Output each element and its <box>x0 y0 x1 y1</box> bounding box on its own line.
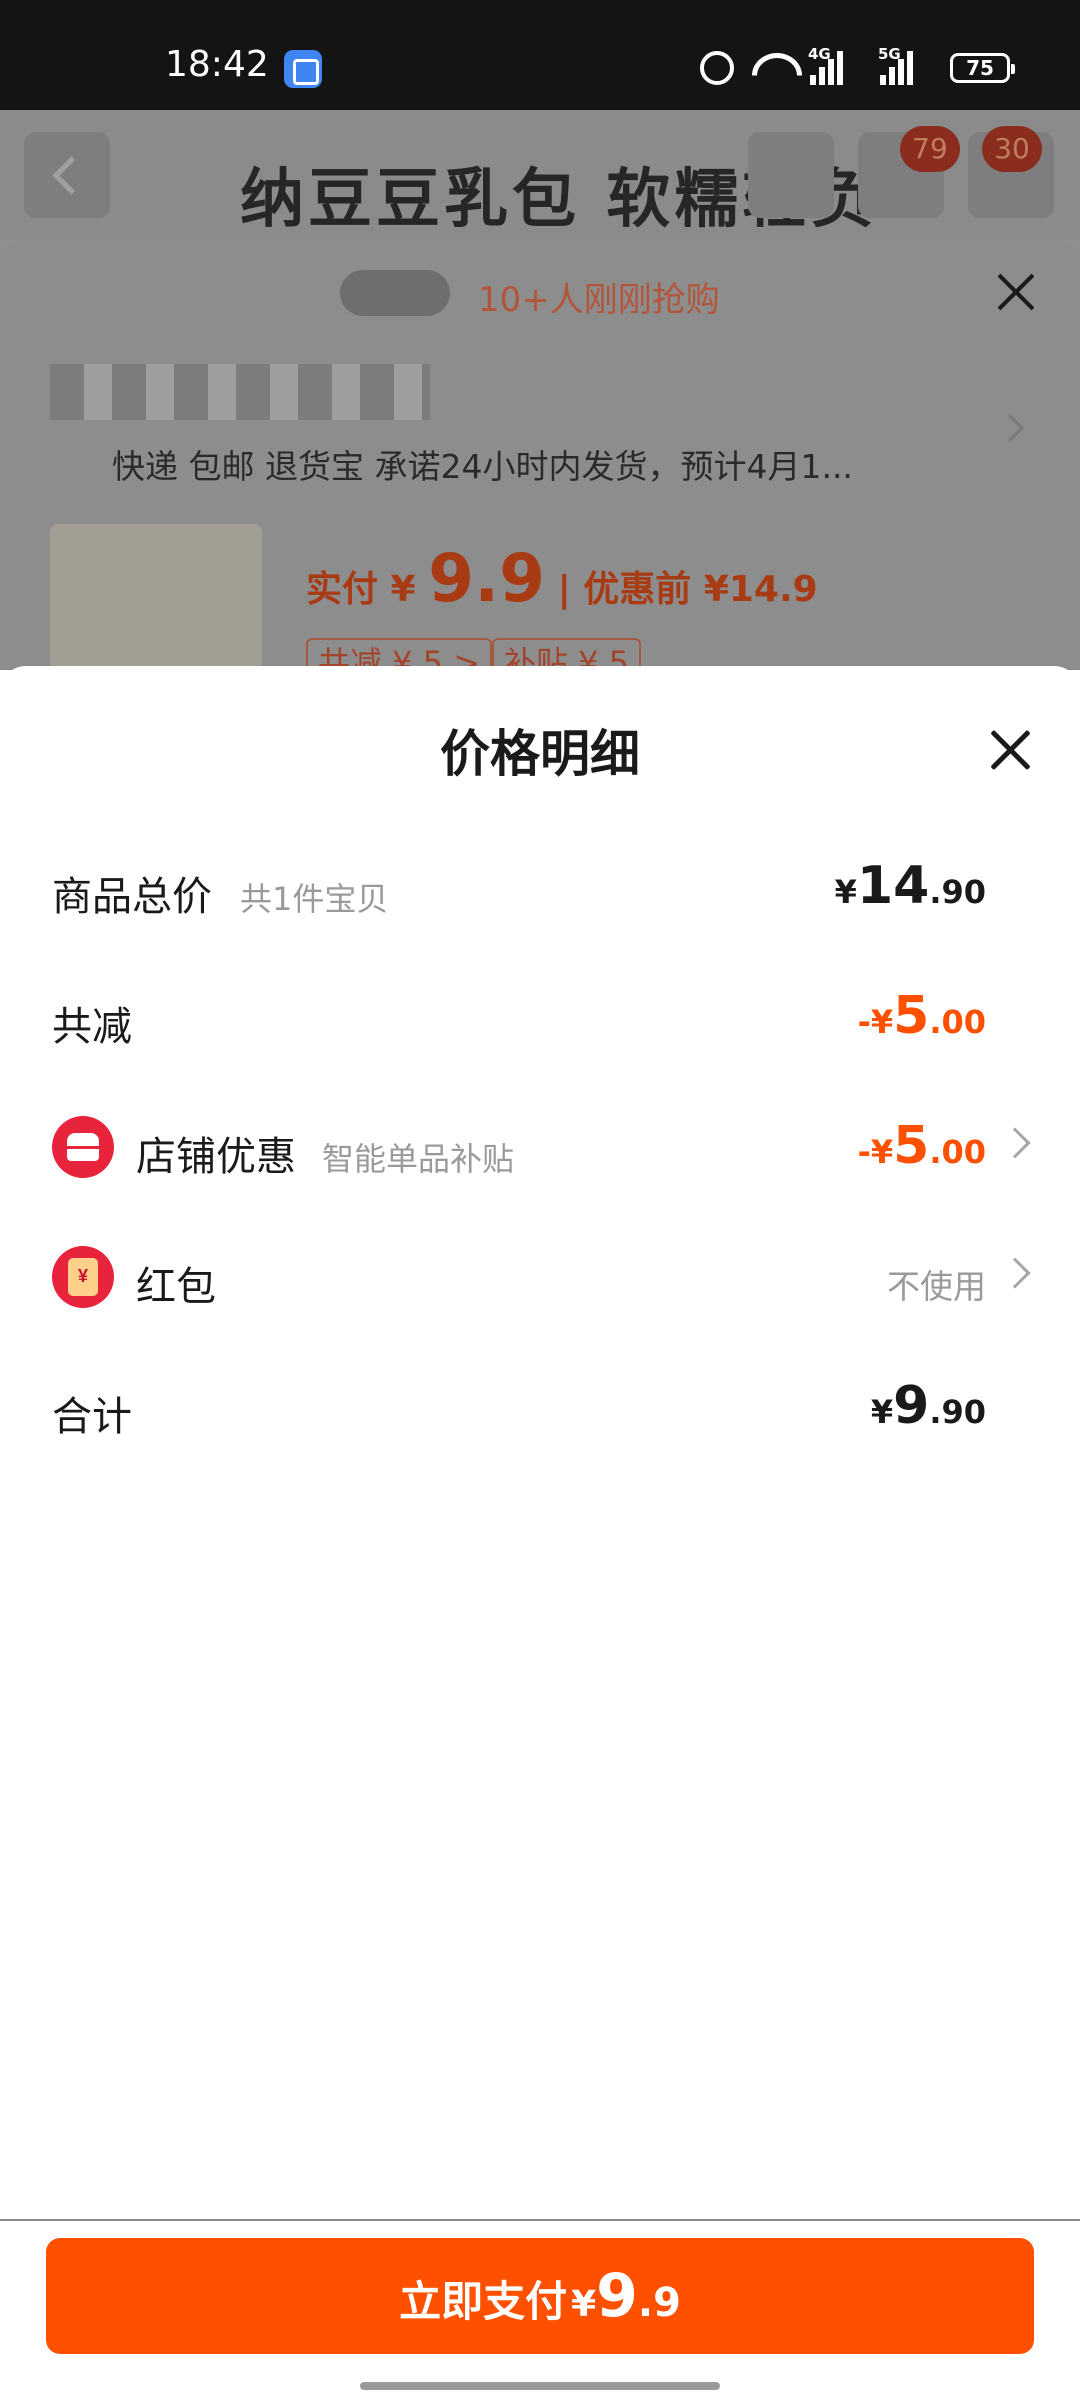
red-packet-icon <box>52 1246 114 1308</box>
address-blurred <box>50 364 430 420</box>
value-symbol: ¥ <box>834 873 857 911</box>
pay-now-button[interactable]: 立即支付 ¥9.9 <box>46 2238 1034 2354</box>
buyer-avatars <box>340 270 450 316</box>
row-total-price: 商品总价 共1件宝贝 ¥14.90 <box>0 836 1080 936</box>
net-label: 5G <box>878 45 901 63</box>
row-label: 合计 <box>52 1394 132 1440</box>
price-value: 9.9 <box>428 540 546 617</box>
status-icons: 4G 5G 75 <box>700 45 1015 88</box>
home-indicator[interactable] <box>360 2382 720 2390</box>
pay-dec: .9 <box>637 2280 681 2326</box>
shop-icon <box>52 1116 114 1178</box>
close-icon[interactable] <box>990 730 1030 770</box>
back-icon <box>24 132 110 218</box>
row-reduce: 共减 -¥5.00 <box>0 966 1080 1066</box>
row-value: ¥9.90 <box>871 1376 986 1436</box>
status-time: 18:42 <box>165 44 269 85</box>
value-dec: .90 <box>929 1393 986 1431</box>
status-bar: 18:42 4G 5G 75 <box>0 0 1080 110</box>
shipping-text: 快递 包邮 退货宝 承诺24小时内发货，预计4月1... <box>112 447 853 486</box>
more-badge: 30 <box>982 126 1042 172</box>
pay-label: 立即支付 <box>399 2277 568 2326</box>
product-image <box>50 524 262 670</box>
row-red-packet[interactable]: 红包 不使用 <box>0 1226 1080 1326</box>
value-symbol: ¥ <box>870 1393 894 1431</box>
close-icon <box>996 272 1036 312</box>
value-int: 14 <box>856 856 930 916</box>
battery-icon: 75 <box>950 53 1015 83</box>
row-value: ¥14.90 <box>835 856 986 916</box>
price-line: 实付 ¥ 9.9 | 优惠前 ¥14.9 <box>306 540 818 617</box>
share-icon <box>748 132 834 218</box>
row-value: -¥5.00 <box>858 986 986 1046</box>
net-label: 4G <box>808 45 831 63</box>
row-sum: 合计 ¥9.90 <box>0 1356 1080 1456</box>
pay-symbol: ¥ <box>571 2284 597 2325</box>
app-notification-icon <box>284 50 322 88</box>
chevron-right-icon <box>995 413 1025 443</box>
buyers-text: 10+人刚刚抢购 <box>478 280 720 320</box>
cart-badge: 79 <box>900 126 960 172</box>
value-int: 9 <box>893 1376 930 1436</box>
order-card: 10+人刚刚抢购 快递 包邮 退货宝 承诺24小时内发货，预计4月1... 实付… <box>0 240 1080 670</box>
bottom-divider <box>0 2219 1080 2221</box>
signal-4g-icon: 4G <box>808 45 862 85</box>
wifi-icon <box>752 51 792 85</box>
row-label: 商品总价 <box>52 874 212 920</box>
value-symbol: -¥ <box>857 1003 894 1041</box>
value-int: 5 <box>893 986 930 1046</box>
product-header: 纳豆豆乳包 软糯轻负 79 30 <box>0 110 1080 240</box>
value-dec: .00 <box>929 1133 986 1171</box>
price-detail-sheet: 价格明细 商品总价 共1件宝贝 ¥14.90 共减 -¥5.00 店铺优惠 智能… <box>0 666 1080 2400</box>
row-value: 不使用 <box>887 1267 986 1306</box>
alarm-icon <box>700 51 734 85</box>
cart-icon: 79 <box>858 126 960 218</box>
pay-int: 9 <box>596 2261 638 2331</box>
chevron-right-icon[interactable] <box>999 1127 1031 1159</box>
value-int: 5 <box>893 1116 930 1176</box>
price-prefix: 实付 ¥ <box>306 569 416 610</box>
row-value: -¥5.00 <box>858 1116 986 1176</box>
row-label: 店铺优惠 <box>136 1134 296 1180</box>
row-label: 共减 <box>52 1004 132 1050</box>
price-before: | 优惠前 ¥14.9 <box>557 569 818 610</box>
chevron-right-icon[interactable] <box>999 1257 1031 1289</box>
sheet-title: 价格明细 <box>440 725 640 783</box>
dimmed-background-page: 纳豆豆乳包 软糯轻负 79 30 10+人刚刚抢购 快递 包邮 退货宝 承诺24… <box>0 110 1080 670</box>
value-dec: .90 <box>929 873 986 911</box>
row-sub: 共1件宝贝 <box>240 880 389 918</box>
row-shop-discount[interactable]: 店铺优惠 智能单品补贴 -¥5.00 <box>0 1096 1080 1196</box>
row-label: 红包 <box>136 1264 216 1310</box>
row-sub: 智能单品补贴 <box>322 1140 515 1178</box>
value-dec: .00 <box>929 1003 986 1041</box>
more-icon: 30 <box>968 126 1054 218</box>
value-symbol: -¥ <box>857 1133 894 1171</box>
signal-5g-icon: 5G <box>878 45 932 85</box>
